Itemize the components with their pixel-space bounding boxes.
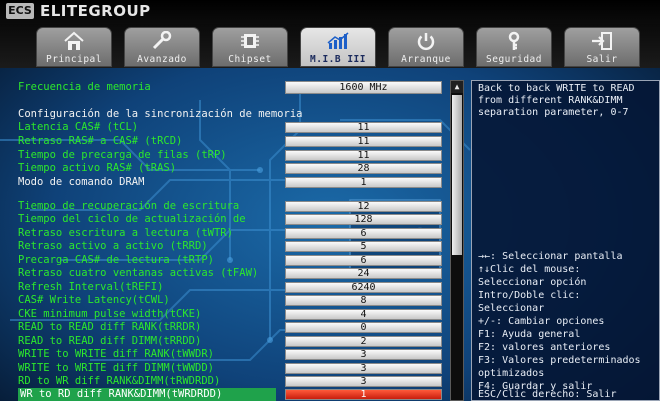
- setting-twr-value[interactable]: 12: [285, 201, 442, 212]
- tab-avanzado[interactable]: Avanzado: [124, 27, 200, 67]
- key-icon: [508, 31, 520, 50]
- setting-tfaw-value[interactable]: 24: [285, 268, 442, 279]
- setting-twwdr-value[interactable]: 3: [285, 349, 442, 360]
- setting-tcl-value[interactable]: 11: [285, 122, 442, 133]
- key-hint: ESC/Clic derecho: Salir: [478, 389, 617, 400]
- setting-trrdr-label[interactable]: READ to READ diff RANK(tRRDR): [18, 321, 201, 334]
- setting-twtr-value[interactable]: 6: [285, 228, 442, 239]
- exit-icon: [592, 32, 612, 50]
- key-hint: Seleccionar opción: [478, 277, 587, 288]
- setting-trtp-label[interactable]: Precarga CAS# de lectura (tRTP): [18, 254, 214, 267]
- tab-label: M.I.B III: [310, 54, 366, 65]
- scroll-up-arrow-icon[interactable]: ▲: [451, 81, 463, 93]
- setting-trcd-label[interactable]: Retraso RAS# a CAS# (tRCD): [18, 135, 182, 148]
- key-hint: Seleccionar: [478, 303, 545, 314]
- setting-tras-value[interactable]: 28: [285, 163, 442, 174]
- chart-icon: [327, 32, 349, 49]
- tab-label: Salir: [586, 54, 618, 65]
- setting-trrd-label[interactable]: Retraso activo a activo (tRRD): [18, 240, 208, 253]
- setting-trwdrdd-value[interactable]: 3: [285, 376, 442, 387]
- setting-tcke-value[interactable]: 4: [285, 309, 442, 320]
- setting-trrdd-value[interactable]: 2: [285, 336, 442, 347]
- brand-name: ELITEGROUP: [40, 2, 151, 20]
- setting-twwdd-value[interactable]: 3: [285, 363, 442, 374]
- key-hint: +/-: Cambiar opciones: [478, 316, 605, 327]
- setting-trcd-value[interactable]: 11: [285, 136, 442, 147]
- home-icon: [64, 31, 84, 50]
- setting-twrdrdd-label-selected[interactable]: WR to RD diff RANK&DIMM(tWRDRDD): [18, 388, 276, 401]
- header-bar: ECS ELITEGROUP: [0, 0, 660, 24]
- setting-twwdd-label[interactable]: WRITE to WRITE diff DIMM(tWWDD): [18, 362, 214, 375]
- scrollbar[interactable]: ▲: [450, 80, 464, 401]
- setting-trtp-value[interactable]: 6: [285, 255, 442, 266]
- settings-panel: Frecuencia de memoria 1600 MHz Configura…: [0, 70, 468, 401]
- power-icon: [417, 33, 435, 51]
- setting-command-mode-label[interactable]: Modo de comando DRAM: [18, 176, 144, 189]
- setting-trwdrdd-label[interactable]: RD to WR diff RANK&DIMM(tRWDRDD): [18, 375, 220, 388]
- tab-arranque[interactable]: Arranque: [388, 27, 464, 67]
- setting-trrdr-value[interactable]: 0: [285, 322, 442, 333]
- setting-tcwl-label[interactable]: CAS# Write Latency(tCWL): [18, 294, 170, 307]
- tab-chipset[interactable]: Chipset: [212, 27, 288, 67]
- chip-icon: [241, 34, 259, 48]
- tab-label: Principal: [46, 54, 102, 65]
- key-hint: optimizados: [478, 368, 545, 379]
- memory-frequency-label: Frecuencia de memoria: [18, 81, 151, 93]
- memory-frequency-value: 1600 MHz: [285, 81, 442, 94]
- tab-label: Avanzado: [137, 54, 187, 65]
- key-hint: F2: valores anteriores: [478, 342, 611, 353]
- setting-trrdd-label[interactable]: READ to READ diff DIMM(tRRDD): [18, 335, 201, 348]
- key-hint: F1: Ayuda general: [478, 329, 581, 340]
- setting-twrdrdd-value-selected[interactable]: 1: [285, 389, 442, 400]
- setting-command-mode-value[interactable]: 1: [285, 177, 442, 188]
- setting-trefi-label[interactable]: Refresh Interval(tREFI): [18, 281, 163, 294]
- help-panel: Back to back WRITE to READ from differen…: [471, 80, 660, 401]
- ecs-logo: ECS: [6, 3, 34, 19]
- tab-bar: Principal Avanzado Chipset M.I.B III Arr…: [0, 24, 660, 68]
- tab-label: Seguridad: [486, 54, 542, 65]
- setting-twtr-label[interactable]: Retraso escritura a lectura (tWTR): [18, 227, 233, 240]
- tab-salir[interactable]: Salir: [564, 27, 640, 67]
- help-description-line: from different RANK&DIMM: [478, 95, 623, 106]
- tab-label: Arranque: [401, 54, 451, 65]
- key-hint: ↑↓Clic del mouse:: [478, 264, 581, 275]
- tab-label: Chipset: [228, 54, 272, 65]
- help-description-line: Back to back WRITE to READ: [478, 83, 635, 94]
- setting-trp-value[interactable]: 11: [285, 150, 442, 161]
- tab-mib-iii[interactable]: M.I.B III: [300, 27, 376, 67]
- tab-seguridad[interactable]: Seguridad: [476, 27, 552, 67]
- setting-tfaw-label[interactable]: Retraso cuatro ventanas activas (tFAW): [18, 267, 258, 280]
- setting-tcl-label[interactable]: Latencia CAS# (tCL): [18, 121, 138, 134]
- setting-trrd-value[interactable]: 5: [285, 241, 442, 252]
- setting-tcwl-value[interactable]: 8: [285, 295, 442, 306]
- setting-twr-label[interactable]: Tiempo de recuperación de escritura: [18, 200, 239, 213]
- help-description-line: separation parameter, 0-7: [478, 107, 629, 118]
- setting-trfc-value[interactable]: 128: [285, 214, 442, 225]
- setting-tcke-label[interactable]: CKE minimum pulse width(tCKE): [18, 308, 201, 321]
- section-title: Configuración de la sincronización de me…: [18, 108, 303, 120]
- scrollbar-thumb[interactable]: [452, 95, 462, 255]
- setting-trfc-label[interactable]: Tiempo del ciclo de actualización de: [18, 213, 246, 226]
- key-hint: Intro/Doble clic:: [478, 290, 581, 301]
- wrench-icon: [152, 31, 172, 50]
- setting-trp-label[interactable]: Tiempo de precarga de filas (tRP): [18, 149, 227, 162]
- tab-principal[interactable]: Principal: [36, 27, 112, 67]
- setting-trefi-value[interactable]: 6240: [285, 282, 442, 293]
- setting-tras-label[interactable]: Tiempo activo RAS# (tRAS): [18, 162, 176, 175]
- key-hint: →←: Seleccionar pantalla: [478, 251, 623, 262]
- setting-twwdr-label[interactable]: WRITE to WRITE diff RANK(tWWDR): [18, 348, 214, 361]
- key-hint: F3: Valores predeterminados: [478, 355, 641, 366]
